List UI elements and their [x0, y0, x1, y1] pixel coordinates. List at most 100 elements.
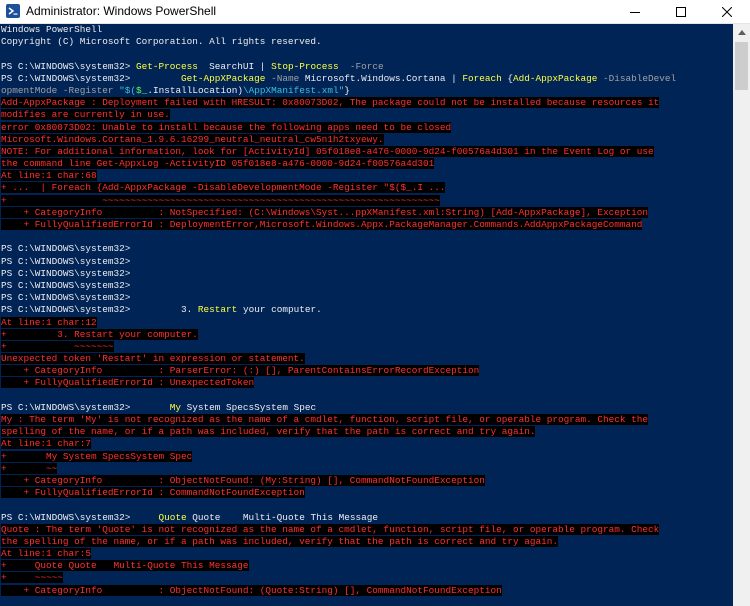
error-text: + CategoryInfo : ObjectNotFound: (Quote:… — [1, 584, 502, 596]
argument-token: Microsoft.Windows.Cortana | — [304, 72, 463, 84]
error-text: + ~~~~~ — [1, 572, 63, 584]
close-button[interactable] — [704, 0, 750, 23]
error-line: + FullyQualifiedErrorId : CommandNotFoun… — [0, 487, 733, 499]
error-text: + FullyQualifiedErrorId : CommandNotFoun… — [1, 487, 305, 499]
parameter-token: opmentMode -Register — [1, 84, 120, 96]
error-text: Unexpected token 'Restart' in expression… — [1, 353, 305, 365]
error-line: At line:1 char:5 — [0, 548, 733, 560]
error-text: + CategoryInfo : NotSpecified: (C:\Windo… — [1, 206, 648, 218]
error-line: modifies are currently in use. — [0, 109, 733, 121]
close-icon — [722, 6, 732, 17]
window-title: Administrator: Windows PowerShell — [26, 4, 217, 18]
maximize-button[interactable] — [658, 0, 704, 23]
string-token: "$( — [119, 84, 137, 96]
argument-token: Quote Multi-Quote This Message — [186, 511, 378, 523]
argument-token: } — [344, 84, 350, 96]
error-line: Microsoft.Windows.Cortana_1.9.6.16299_ne… — [0, 133, 733, 146]
error-line: Unexpected token 'Restart' in expression… — [0, 353, 733, 365]
error-line: + FullyQualifiedErrorId : DeploymentErro… — [0, 219, 733, 231]
console-blank — [0, 390, 733, 402]
error-text: + CategoryInfo : ObjectNotFound: (My:Str… — [1, 474, 485, 486]
variable-token: $_ — [136, 84, 148, 96]
chevron-up-icon — [737, 30, 746, 35]
cmdlet-token: Quote — [130, 511, 187, 523]
cmdlet-token: Get-Process — [130, 60, 198, 72]
string-token: \AppXManifest.xml" — [242, 84, 345, 96]
cmdlet-token: My — [130, 401, 182, 413]
prompt-line: PS C:\WINDOWS\system32> — [1, 243, 131, 255]
error-line: + CategoryInfo : ParserError: (:) [], Pa… — [0, 365, 733, 377]
vertical-scrollbar[interactable] — [733, 24, 750, 606]
error-line: + ~~~~~~~ — [0, 340, 733, 353]
prompt-line: PS C:\WINDOWS\system32> 3. Restart your … — [0, 304, 733, 316]
error-line: Quote : The term 'Quote' is not recogniz… — [0, 523, 733, 536]
cmdlet-token: Get-AppXPackage — [130, 72, 266, 84]
error-text: spelling of the name, or if a path was i… — [1, 426, 536, 438]
error-line: + CategoryInfo : ObjectNotFound: (Quote:… — [0, 584, 733, 597]
error-line: + ~~~~~ — [0, 572, 733, 584]
error-text: the spelling of the name, or if a path w… — [1, 535, 558, 547]
prompt-line: PS C:\WINDOWS\system32> Get-AppXPackage … — [0, 73, 733, 85]
error-line: At line:1 char:68 — [0, 170, 733, 182]
title-bar[interactable]: Administrator: Windows PowerShell — [0, 0, 750, 24]
prompt: PS C:\WINDOWS\system32> — [1, 304, 131, 316]
scrollbar-thumb[interactable] — [735, 42, 748, 90]
error-line: the spelling of the name, or if a path w… — [0, 535, 733, 548]
error-line: At line:1 char:7 — [0, 438, 733, 450]
console-blank — [0, 48, 733, 60]
maximize-icon — [676, 6, 686, 17]
error-text: + FullyQualifiedErrorId : UnexpectedToke… — [1, 377, 255, 389]
cmdlet-token: Add-AppxPackage — [513, 72, 598, 84]
error-line: + My System SpecsSystem Spec — [0, 450, 733, 463]
error-text: error 0x80073D02: Unable to install beca… — [1, 121, 452, 133]
error-line: the command line Get-AppxLog -ActivityID… — [0, 158, 733, 170]
argument-token: System SpecsSystem Spec — [181, 401, 317, 413]
prompt-line: PS C:\WINDOWS\system32> — [1, 292, 131, 304]
error-text: At line:1 char:5 — [1, 548, 92, 560]
argument-token: SearchUI | — [197, 60, 272, 72]
console-header: Windows PowerShell — [1, 24, 103, 35]
error-text: + Quote Quote Multi-Quote This Message — [1, 560, 249, 572]
error-text: + CategoryInfo : ParserError: (:) [], Pa… — [1, 365, 480, 377]
console-blank — [0, 499, 733, 511]
prompt-line: PS C:\WINDOWS\system32> My System SpecsS… — [0, 402, 733, 414]
error-line: + ~~ — [0, 462, 733, 475]
error-text: Add-AppxPackage : Deployment failed with… — [1, 97, 660, 109]
error-line: error 0x80073D02: Unable to install beca… — [0, 121, 733, 134]
error-text: + ... | Foreach {Add-AppxPackage -Disabl… — [1, 182, 446, 194]
error-text: NOTE: For additional information, look f… — [1, 145, 654, 157]
error-text: At line:1 char:68 — [1, 170, 97, 182]
parameter-token: -DisableDevel — [597, 72, 677, 84]
error-text: Microsoft.Windows.Cortana_1.9.6.16299_ne… — [1, 133, 384, 145]
error-text: + ~~~~~~~ — [1, 340, 114, 352]
prompt-line: PS C:\WINDOWS\system32> — [1, 267, 131, 279]
console-copyright: Copyright (C) Microsoft Corporation. All… — [1, 36, 322, 48]
error-text: At line:1 char:7 — [1, 438, 92, 450]
cmdlet-token: Restart — [197, 304, 238, 316]
error-text: At line:1 char:12 — [1, 316, 97, 328]
error-line: spelling of the name, or if a path was i… — [0, 426, 733, 438]
cmdlet-token: Foreach — [462, 72, 502, 84]
console-output[interactable]: Windows PowerShell Copyright (C) Microso… — [0, 24, 733, 606]
prompt: PS C:\WINDOWS\system32> — [1, 72, 131, 84]
argument-token: 3. — [130, 304, 198, 316]
error-text: + FullyQualifiedErrorId : DeploymentErro… — [1, 219, 643, 230]
scroll-up-button[interactable] — [733, 24, 750, 41]
prompt: PS C:\WINDOWS\system32> — [1, 401, 131, 413]
argument-token: .InstallLocation) — [147, 84, 243, 96]
prompt-line: PS C:\WINDOWS\system32> — [1, 279, 131, 291]
error-text: + ~~~~~~~~~~~~~~~~~~~~~~~~~~~~~~~~~~~~~~… — [1, 194, 440, 206]
prompt-line: PS C:\WINDOWS\system32> — [1, 255, 131, 267]
error-text: modifies are currently in use. — [1, 109, 170, 121]
error-text: Quote : The term 'Quote' is not recogniz… — [1, 523, 660, 535]
error-line: NOTE: For additional information, look f… — [0, 145, 733, 158]
prompt: PS C:\WINDOWS\system32> — [1, 511, 131, 523]
argument-token: your computer. — [237, 304, 322, 316]
parameter-token: -Name — [265, 72, 305, 84]
error-line: + ~~~~~~~~~~~~~~~~~~~~~~~~~~~~~~~~~~~~~~… — [0, 194, 733, 207]
error-text: the command line Get-AppxLog -ActivityID… — [1, 158, 435, 170]
error-line: + CategoryInfo : NotSpecified: (C:\Windo… — [0, 206, 733, 219]
minimize-button[interactable] — [612, 0, 658, 23]
error-text: + 3. Restart your computer. — [1, 328, 198, 340]
prompt-line: PS C:\WINDOWS\system32> Get-Process Sear… — [0, 61, 733, 73]
